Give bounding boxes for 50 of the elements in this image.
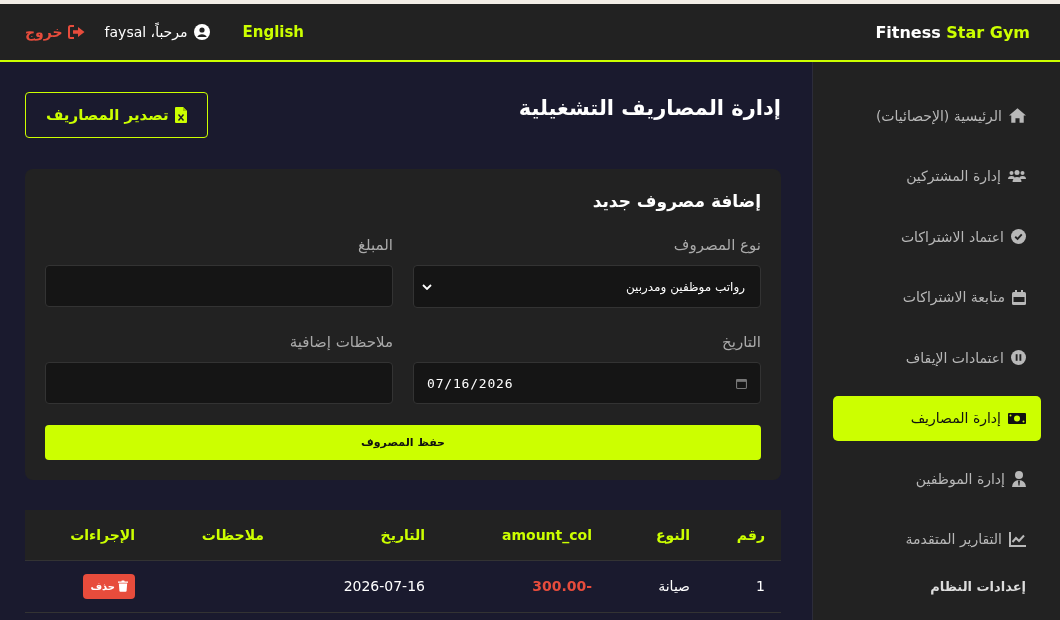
pause-circle-icon	[1011, 350, 1026, 365]
calendar-icon	[736, 377, 747, 389]
text-input[interactable]	[45, 265, 393, 307]
sidebar-item[interactable]: إدارة الموظفين	[833, 456, 1041, 501]
trash-icon	[118, 580, 128, 592]
logout-link[interactable]: خروج	[25, 24, 85, 40]
table-cell: -300.00	[441, 560, 608, 612]
table-cell: 2026-07-16	[280, 560, 441, 612]
field-label: التاريخ	[721, 332, 761, 352]
home-icon	[1009, 108, 1026, 123]
language-link[interactable]: English	[242, 23, 305, 41]
export-button[interactable]: تصدير المصاريف	[25, 92, 208, 138]
column-header: التاريخ	[280, 510, 441, 560]
field-label: ملاحظات إضافية	[288, 332, 393, 352]
sidebar-item[interactable]: الرئيسية (الإحصائيات)	[833, 93, 1041, 138]
form-title: إضافة مصروف جديد	[591, 190, 761, 213]
brand-logo: Fitness Star Gym	[875, 22, 1030, 42]
table-cell: صيانة	[608, 560, 706, 612]
delete-button[interactable]: حذف	[83, 573, 135, 599]
section-heading: إعدادات النظام	[929, 578, 1027, 597]
sidebar-item[interactable]: إدارة المصاريف	[833, 395, 1041, 441]
field-label: المبلغ	[357, 235, 393, 255]
spreadsheet-file-icon	[174, 107, 187, 123]
field-label: نوع المصروف	[672, 235, 761, 255]
page-title: إدارة المصاريف التشغيلية	[518, 95, 781, 122]
table-cell: 1	[706, 560, 781, 612]
sign-out-icon	[67, 25, 85, 39]
text-input[interactable]	[45, 362, 393, 404]
users-icon	[1008, 170, 1026, 182]
calendar-icon	[1012, 289, 1026, 305]
check-circle-icon	[1011, 229, 1026, 244]
dropdown-field[interactable]: رواتب موظفين ومدربين	[413, 265, 761, 308]
user-greeting: مرحباً، faysal	[104, 24, 188, 40]
sidebar-item[interactable]: اعتمادات الإيقاف	[833, 335, 1041, 380]
chevron-down-icon	[422, 283, 432, 290]
sidebar-item[interactable]: إدارة المشتركين	[833, 153, 1041, 199]
column-header: ملاحظات	[151, 510, 280, 560]
user-circle-icon	[193, 24, 210, 40]
banknote-icon	[1008, 412, 1026, 424]
date-input[interactable]: 07/16/2026	[413, 362, 761, 404]
save-button[interactable]: حفظ المصروف	[45, 425, 761, 460]
user-icon	[1012, 470, 1026, 487]
sidebar-item[interactable]: التقارير المتقدمة	[833, 516, 1041, 562]
column-header: رقم	[706, 510, 781, 560]
line-chart-icon	[1009, 531, 1026, 547]
sidebar-item[interactable]: اعتماد الاشتراكات	[833, 214, 1041, 259]
sidebar-item[interactable]: متابعة الاشتراكات	[833, 274, 1041, 320]
column-header: النوع	[608, 510, 706, 560]
column-header: amount_col	[441, 510, 608, 560]
column-header: الإجراءات	[25, 510, 151, 560]
